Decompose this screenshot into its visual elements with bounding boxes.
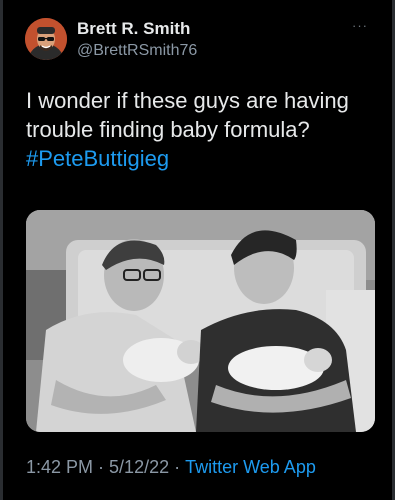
tweet-meta: 1:42 PM · 5/12/22 · Twitter Web App — [26, 457, 316, 478]
user-handle[interactable]: @BrettRSmith76 — [77, 40, 197, 61]
meta-separator: · — [174, 457, 181, 477]
more-dots-icon[interactable]: ··· — [352, 18, 368, 33]
avatar[interactable] — [25, 18, 67, 60]
tweet-date[interactable]: 5/12/22 — [109, 457, 169, 477]
tweet-text-body: I wonder if these guys are having troubl… — [26, 88, 349, 142]
tweet-time[interactable]: 1:42 PM — [26, 457, 93, 477]
photo-image — [26, 210, 375, 432]
author-names: Brett R. Smith @BrettRSmith76 — [77, 18, 197, 61]
hashtag-link[interactable]: #PeteButtigieg — [26, 146, 169, 171]
tweet-photo[interactable] — [26, 210, 375, 432]
tweet-text: I wonder if these guys are having troubl… — [26, 86, 376, 173]
display-name[interactable]: Brett R. Smith — [77, 18, 197, 39]
source-app-link[interactable]: Twitter Web App — [185, 457, 316, 477]
tweet-card[interactable]: Brett R. Smith @BrettRSmith76 ··· I wond… — [0, 0, 395, 500]
tweet-header: Brett R. Smith @BrettRSmith76 — [25, 14, 197, 64]
avatar-image — [25, 18, 67, 60]
meta-separator: · — [98, 457, 105, 477]
